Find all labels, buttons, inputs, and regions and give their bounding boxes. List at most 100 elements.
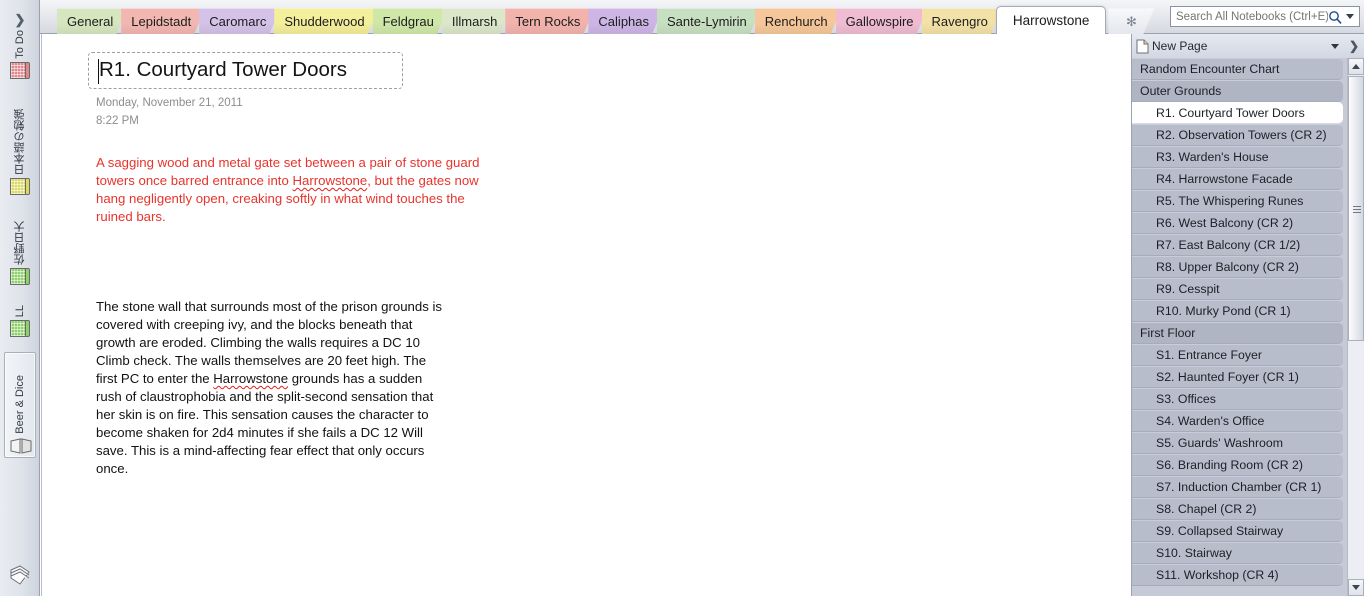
page-list-item-label: S3. Offices xyxy=(1156,392,1216,406)
page-list-item-label: S9. Collapsed Stairway xyxy=(1156,524,1284,538)
section-tab-ravengro[interactable]: Ravengro xyxy=(922,8,1002,34)
page-list-item-label: S2. Haunted Foyer (CR 1) xyxy=(1156,370,1299,384)
page-title-container[interactable]: R1. Courtyard Tower Doors xyxy=(88,52,403,89)
section-tab-general[interactable]: General xyxy=(57,8,127,34)
page-list-item[interactable]: S3. Offices xyxy=(1132,388,1343,410)
page-list-item-label: R6. West Balcony (CR 2) xyxy=(1156,216,1294,230)
notebook-tab-label: Beer & Dice xyxy=(14,374,26,434)
new-page-label: New Page xyxy=(1152,39,1208,53)
page-list-item[interactable]: Random Encounter Chart xyxy=(1132,58,1343,80)
page-group-header[interactable]: First Floor xyxy=(1132,322,1343,344)
section-tab-harrowstone[interactable]: Harrowstone xyxy=(995,6,1107,34)
page-list-item[interactable]: S1. Entrance Foyer xyxy=(1132,344,1343,366)
new-section-icon: ✻ xyxy=(1125,13,1137,29)
page-list-item-label: S1. Entrance Foyer xyxy=(1156,348,1262,362)
scroll-up-arrow-icon xyxy=(1352,64,1360,69)
page-list-item[interactable]: R9. Cesspit xyxy=(1132,278,1343,300)
page-list-item[interactable]: R1. Courtyard Tower Doors xyxy=(1132,102,1343,124)
search-icon[interactable] xyxy=(1328,10,1342,24)
section-tab-caliphas[interactable]: Caliphas xyxy=(588,8,663,34)
page-list-item-label: Outer Grounds xyxy=(1140,84,1222,98)
page-list-item-label: S10. Stairway xyxy=(1156,546,1232,560)
section-tab-lepidstadt[interactable]: Lepidstadt xyxy=(121,8,205,34)
page-list-item[interactable]: S6. Branding Room (CR 2) xyxy=(1132,454,1343,476)
section-tab-label: Caromarc xyxy=(209,14,267,29)
search-input[interactable] xyxy=(1176,10,1328,23)
new-page-button[interactable]: New Page ❯ xyxy=(1132,34,1364,58)
section-tab-label: Tern Rocks xyxy=(515,14,581,29)
unfiled-notes-icon[interactable] xyxy=(8,564,32,586)
page-list-item[interactable]: R4. Harrowstone Facade xyxy=(1132,168,1343,190)
notebook-icon xyxy=(10,320,30,338)
notebook-icon xyxy=(10,62,30,79)
page-list-item[interactable]: R8. Upper Balcony (CR 2) xyxy=(1132,256,1343,278)
page-list-item[interactable]: R10. Murky Pond (CR 1) xyxy=(1132,300,1343,322)
text-cursor xyxy=(98,59,99,84)
notebook-tab-4[interactable]: LL xyxy=(4,300,36,340)
expand-page-pane-icon[interactable]: ❯ xyxy=(1349,39,1359,53)
page-list-item[interactable]: S2. Haunted Foyer (CR 1) xyxy=(1132,366,1343,388)
section-tab-label: Lepidstadt xyxy=(131,14,192,29)
notebook-tab-3[interactable]: 佐野日大 xyxy=(4,210,36,288)
page-list-item-label: S6. Branding Room (CR 2) xyxy=(1156,458,1303,472)
page-date[interactable]: Monday, November 21, 2011 xyxy=(96,97,243,109)
notebook-tab-2[interactable]: 日本語の勉強 xyxy=(4,94,36,198)
new-section-button[interactable]: ✻ xyxy=(1108,8,1154,34)
page-list-item[interactable]: S8. Chapel (CR 2) xyxy=(1132,498,1343,520)
section-tabs: General Lepidstadt Caromarc Shudderwood Feld… xyxy=(57,6,1148,34)
notebook-tab-5[interactable]: Beer & Dice xyxy=(4,352,36,458)
page-title[interactable]: R1. Courtyard Tower Doors xyxy=(99,58,347,81)
page-list-item[interactable]: S4. Warden's Office xyxy=(1132,410,1343,432)
page-list-item[interactable]: S5. Guards' Washroom xyxy=(1132,432,1343,454)
page-list-item[interactable]: R3. Warden's House xyxy=(1132,146,1343,168)
notebook-tab-1[interactable]: To Do xyxy=(4,20,36,82)
section-tab-illmarsh[interactable]: Illmarsh xyxy=(442,8,512,34)
onenote-window: ❯ To Do 日本語の勉強佐野日大 LL Beer & Dice General Le… xyxy=(0,0,1364,596)
scroll-down-icon[interactable] xyxy=(1348,579,1364,596)
open-notebook-icon xyxy=(10,437,32,454)
section-tab-renchurch[interactable]: Renchurch xyxy=(755,8,842,34)
search-box[interactable] xyxy=(1170,6,1360,27)
page-list-item[interactable]: R2. Observation Towers (CR 2) xyxy=(1132,124,1343,146)
note-paragraph-body[interactable]: The stone wall that surrounds most of th… xyxy=(96,298,448,478)
page-list-item-label: S5. Guards' Washroom xyxy=(1156,436,1283,450)
page-list-item[interactable]: R5. The Whispering Runes xyxy=(1132,190,1343,212)
page-list-item-label: R8. Upper Balcony (CR 2) xyxy=(1156,260,1299,274)
notebook-icon xyxy=(10,268,30,285)
page-list-item-label: R5. The Whispering Runes xyxy=(1156,194,1304,208)
section-tab-gallowspire[interactable]: Gallowspire xyxy=(836,8,928,34)
page-list-item[interactable]: S11. Workshop (CR 4) xyxy=(1132,564,1343,586)
new-page-chevron-down-icon[interactable] xyxy=(1331,44,1339,49)
page-time[interactable]: 8:22 PM xyxy=(96,115,139,127)
section-tab-tern-rocks[interactable]: Tern Rocks xyxy=(505,8,594,34)
section-tab-shudderwood[interactable]: Shudderwood xyxy=(274,8,378,34)
scroll-up-icon[interactable] xyxy=(1348,58,1364,75)
section-tab-sante-lymirin[interactable]: Sante-Lymirin xyxy=(657,8,761,34)
notebook-nav-rail: ❯ To Do 日本語の勉強 佐野日大 LL Beer & Dice xyxy=(0,0,40,596)
page-list-scrollbar[interactable] xyxy=(1347,58,1364,596)
page-list-item[interactable]: R7. East Balcony (CR 1/2) xyxy=(1132,234,1343,256)
notebook-tab-label: 日本語の勉強 xyxy=(14,109,26,175)
page-list-item-label: First Floor xyxy=(1140,326,1196,340)
section-tab-caromarc[interactable]: Caromarc xyxy=(199,8,280,34)
search-scope-chevron-down-icon[interactable] xyxy=(1346,14,1354,19)
page-canvas[interactable]: R1. Courtyard Tower Doors Monday, Novemb… xyxy=(41,34,1131,596)
page-list-item[interactable]: R6. West Balcony (CR 2) xyxy=(1132,212,1343,234)
page-list-item-label: S4. Warden's Office xyxy=(1156,414,1265,428)
page-list-pane: New Page ❯ Random Encounter Chart Outer G… xyxy=(1131,34,1364,596)
page-list-item-label: R10. Murky Pond (CR 1) xyxy=(1156,304,1291,318)
section-tab-label: Harrowstone xyxy=(1012,13,1090,28)
section-tab-label: Illmarsh xyxy=(451,14,498,29)
section-tab-label: Renchurch xyxy=(764,14,828,29)
page-list-item-label: S8. Chapel (CR 2) xyxy=(1156,502,1257,516)
page-list-item[interactable]: S9. Collapsed Stairway xyxy=(1132,520,1343,542)
section-tab-feldgrau[interactable]: Feldgrau xyxy=(373,8,448,34)
notebook-tab-label: 佐野日大 xyxy=(14,221,26,265)
page-list-item-label: R3. Warden's House xyxy=(1156,150,1269,164)
scrollbar-grip-icon xyxy=(1353,204,1361,213)
page-list-item[interactable]: S7. Induction Chamber (CR 1) xyxy=(1132,476,1343,498)
note-paragraph-red[interactable]: A sagging wood and metal gate set betwee… xyxy=(96,154,484,226)
page-group-header[interactable]: Outer Grounds xyxy=(1132,80,1343,102)
scrollbar-thumb[interactable] xyxy=(1348,76,1364,341)
page-list-item[interactable]: S10. Stairway xyxy=(1132,542,1343,564)
